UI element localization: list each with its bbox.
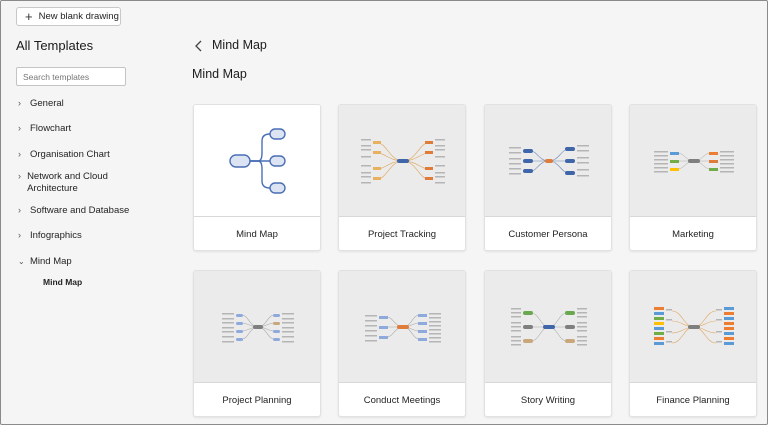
mind-map-thumbnail-icon xyxy=(654,151,734,173)
mind-map-thumbnail-icon xyxy=(222,313,294,343)
template-card-marketing[interactable]: Marketing xyxy=(629,104,757,251)
search-input[interactable] xyxy=(16,67,126,86)
template-thumbnail xyxy=(194,105,320,217)
template-card-story-writing[interactable]: Story Writing xyxy=(484,270,612,417)
template-thumbnail xyxy=(485,271,611,383)
breadcrumb: Mind Map xyxy=(212,38,267,52)
sidebar-title: All Templates xyxy=(16,38,94,53)
chevron-down-icon: ⌄ xyxy=(18,257,25,266)
template-card-conduct-meetings[interactable]: Conduct Meetings xyxy=(338,270,466,417)
chevron-right-icon: › xyxy=(18,149,21,159)
new-blank-drawing-label: New blank drawing xyxy=(38,11,119,22)
mind-map-thumbnail-icon xyxy=(365,313,441,343)
sidebar-item-label: Software and Database xyxy=(30,205,130,216)
template-card-finance-planning[interactable]: Finance Planning xyxy=(629,270,757,417)
template-card-customer-persona[interactable]: Customer Persona xyxy=(484,104,612,251)
chevron-right-icon: › xyxy=(18,123,21,133)
mind-map-icon xyxy=(229,128,286,194)
template-thumbnail xyxy=(339,271,465,383)
mind-map-thumbnail-icon xyxy=(654,307,734,345)
plus-icon: + xyxy=(25,9,33,24)
page-title: Mind Map xyxy=(192,67,247,81)
sidebar-item-organisation-chart[interactable]: › Organisation Chart xyxy=(18,149,110,161)
template-card-label: Project Tracking xyxy=(367,229,437,240)
template-card-label: Marketing xyxy=(672,229,714,240)
sidebar-item-label: Infographics xyxy=(30,230,82,241)
template-card-label: Conduct Meetings xyxy=(363,395,441,406)
sidebar-item-label: General xyxy=(30,98,64,109)
template-thumbnail xyxy=(194,271,320,383)
template-thumbnail xyxy=(630,105,756,217)
sidebar-item-label: Mind Map xyxy=(30,256,72,267)
chevron-right-icon: › xyxy=(18,230,21,240)
chevron-right-icon: › xyxy=(18,205,21,215)
mind-map-thumbnail-icon xyxy=(361,139,445,184)
template-thumbnail xyxy=(339,105,465,217)
chevron-right-icon: › xyxy=(18,171,21,181)
new-blank-drawing-button[interactable]: + New blank drawing xyxy=(16,7,121,26)
sidebar-item-label: Network and Cloud Architecture xyxy=(27,171,108,194)
template-card-label: Customer Persona xyxy=(508,229,588,240)
sidebar-item-infographics[interactable]: › Infographics xyxy=(18,230,82,242)
template-card-label: Finance Planning xyxy=(656,395,730,406)
sidebar-item-label: Organisation Chart xyxy=(30,149,110,160)
sidebar-item-software-database[interactable]: › Software and Database xyxy=(18,205,129,217)
sidebar-item-network-cloud[interactable]: › Network and Cloud Architecture xyxy=(18,171,128,195)
template-card-mind-map[interactable]: Mind Map xyxy=(193,104,321,251)
sidebar-item-flowchart[interactable]: › Flowchart xyxy=(18,123,71,135)
template-thumbnail xyxy=(630,271,756,383)
sidebar-item-mind-map[interactable]: ⌄ Mind Map xyxy=(18,256,72,268)
sidebar-item-label: Flowchart xyxy=(30,123,72,134)
chevron-right-icon: › xyxy=(18,98,21,108)
template-card-label: Mind Map xyxy=(236,229,278,240)
template-card-project-tracking[interactable]: Project Tracking xyxy=(338,104,466,251)
template-card-label: Story Writing xyxy=(520,395,576,406)
sidebar-subitem-mind-map[interactable]: Mind Map xyxy=(43,277,82,287)
mind-map-thumbnail-icon xyxy=(509,145,589,177)
sidebar-item-general[interactable]: › General xyxy=(18,98,64,110)
template-card-label: Project Planning xyxy=(222,395,292,406)
back-chevron-icon[interactable] xyxy=(194,40,204,55)
template-card-project-planning[interactable]: Project Planning xyxy=(193,270,321,417)
template-thumbnail xyxy=(485,105,611,217)
mind-map-thumbnail-icon xyxy=(511,308,587,346)
